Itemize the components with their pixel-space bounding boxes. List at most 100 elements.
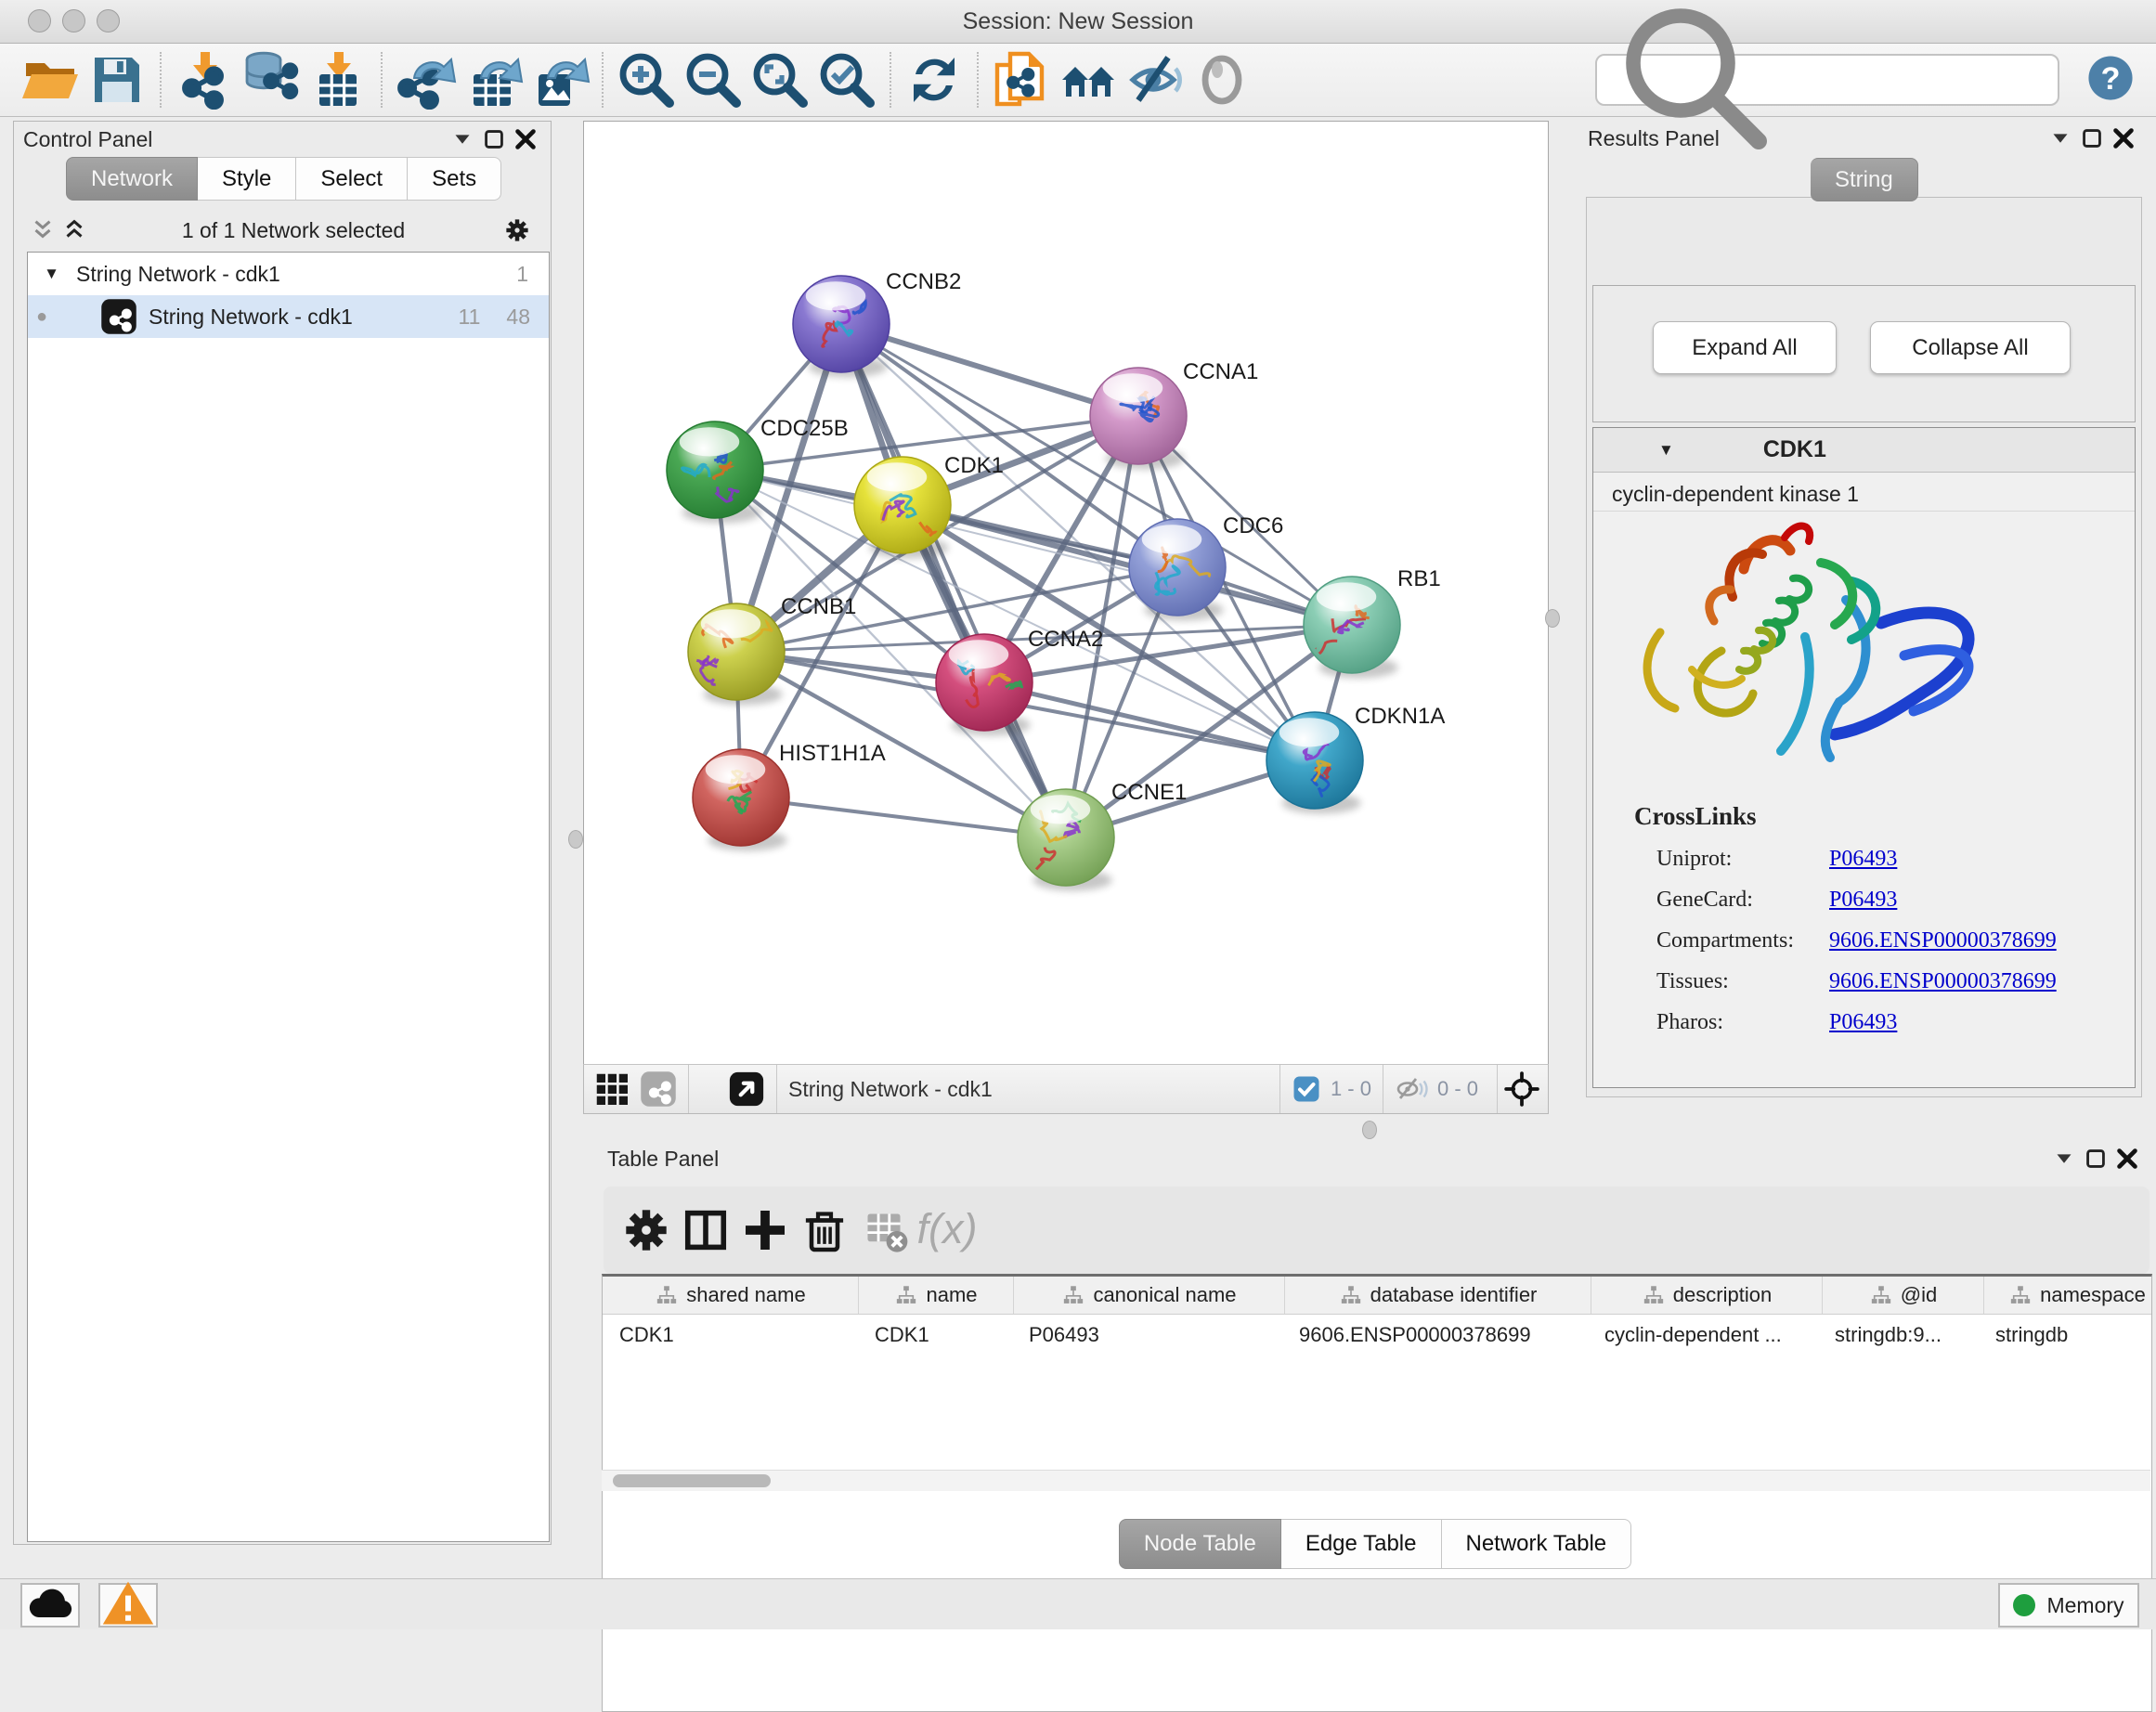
edge-HIST1H1A-CCNE1[interactable] xyxy=(741,798,1066,837)
tab-style[interactable]: Style xyxy=(198,157,296,201)
column-header-database-identifier[interactable]: database identifier xyxy=(1285,1277,1591,1314)
table-row[interactable]: CDK1CDK1P064939606.ENSP00000378699cyclin… xyxy=(603,1315,2151,1355)
table-trash-button[interactable] xyxy=(795,1204,854,1256)
table-cell[interactable]: cyclin-dependent ... xyxy=(1588,1323,1818,1347)
edge-CCNA2-CDKN1A[interactable] xyxy=(984,682,1315,760)
control-panel-close-button[interactable] xyxy=(510,125,541,153)
crosslink-link[interactable]: 9606.ENSP00000378699 xyxy=(1829,969,2057,994)
node-CDK1[interactable] xyxy=(854,457,951,553)
network-collection-row[interactable]: ▼ String Network - cdk1 1 xyxy=(28,253,549,295)
chevron-double-up-icon[interactable] xyxy=(58,216,90,244)
warnings-button[interactable] xyxy=(98,1583,158,1628)
tab-network[interactable]: Network xyxy=(66,157,198,201)
export-image-button[interactable] xyxy=(526,50,592,110)
memory-button[interactable]: Memory xyxy=(1998,1583,2139,1628)
tab-edge-table[interactable]: Edge Table xyxy=(1281,1519,1442,1569)
node-CDC6[interactable] xyxy=(1129,519,1226,616)
table-hscrollbar-thumb[interactable] xyxy=(613,1474,771,1487)
tab-network-table[interactable]: Network Table xyxy=(1442,1519,1632,1569)
table-panel-maximize-button[interactable] xyxy=(2080,1145,2111,1173)
entry-expander-icon[interactable]: ▼ xyxy=(1658,441,1674,460)
crosslink-link[interactable]: 9606.ENSP00000378699 xyxy=(1829,928,2057,953)
crosslink-link[interactable]: P06493 xyxy=(1829,888,1897,913)
grid-view-icon[interactable] xyxy=(593,1070,630,1108)
node-CCNB1[interactable] xyxy=(688,603,785,700)
expand-all-button[interactable]: Expand All xyxy=(1653,321,1837,374)
show-all-button[interactable] xyxy=(1188,50,1255,110)
table-cell[interactable]: stringdb xyxy=(1979,1323,2152,1347)
refresh-button[interactable] xyxy=(901,50,968,110)
table-plus-button[interactable] xyxy=(735,1204,795,1256)
table-cell[interactable]: CDK1 xyxy=(603,1323,858,1347)
open-folder-button[interactable] xyxy=(17,50,84,110)
node-CDC25B[interactable] xyxy=(667,422,763,518)
search-input[interactable] xyxy=(1786,60,2058,99)
export-network-button[interactable] xyxy=(392,50,459,110)
tab-sets[interactable]: Sets xyxy=(408,157,501,201)
export-table-button[interactable] xyxy=(459,50,526,110)
node-CCNA1[interactable] xyxy=(1090,368,1187,464)
column-header-description[interactable]: description xyxy=(1591,1277,1823,1314)
results-panel-close-button[interactable] xyxy=(2108,124,2139,152)
string-network-graph[interactable]: CCNB2CCNA1CDC25BCDK1CDC6RB1CCNB1CCNA2CDK… xyxy=(584,122,1548,1065)
column-header--id[interactable]: @id xyxy=(1823,1277,1984,1314)
right-splitter-handle[interactable] xyxy=(1545,609,1560,628)
import-network-button[interactable] xyxy=(171,50,238,110)
collapse-all-button[interactable]: Collapse All xyxy=(1870,321,2071,374)
column-header-name[interactable]: name xyxy=(859,1277,1014,1314)
bottom-splitter-handle[interactable] xyxy=(1362,1121,1377,1139)
network-badge-icon[interactable] xyxy=(640,1070,677,1108)
table-gear-button[interactable] xyxy=(617,1204,676,1256)
zoom-selected-button[interactable] xyxy=(813,50,880,110)
network-canvas[interactable]: CCNB2CCNA1CDC25BCDK1CDC6RB1CCNB1CCNA2CDK… xyxy=(583,121,1549,1066)
table-cell[interactable]: stringdb:9... xyxy=(1818,1323,1979,1347)
import-table-button[interactable] xyxy=(305,50,371,110)
hidden-eye-icon[interactable] xyxy=(1395,1074,1430,1104)
cloud-button[interactable] xyxy=(20,1583,80,1628)
control-panel-float-button[interactable] xyxy=(447,125,478,153)
node-RB1[interactable] xyxy=(1297,577,1401,673)
table-columns-button[interactable] xyxy=(676,1204,735,1256)
first-neighbors-button[interactable] xyxy=(1055,50,1122,110)
table-cell[interactable]: CDK1 xyxy=(858,1323,1012,1347)
tab-select[interactable]: Select xyxy=(296,157,408,201)
zoom-in-button[interactable] xyxy=(613,50,680,110)
column-header-shared-name[interactable]: shared name xyxy=(603,1277,859,1314)
node-CCNA2[interactable] xyxy=(936,634,1033,731)
left-splitter-handle[interactable] xyxy=(568,830,583,849)
table-panel-close-button[interactable] xyxy=(2111,1145,2143,1173)
results-panel-float-button[interactable] xyxy=(2045,124,2076,152)
import-database-button[interactable] xyxy=(238,50,305,110)
help-button[interactable]: ? xyxy=(2086,54,2135,102)
crosslink-link[interactable]: P06493 xyxy=(1829,847,1897,872)
tab-node-table[interactable]: Node Table xyxy=(1119,1519,1281,1569)
chevron-double-down-icon[interactable] xyxy=(27,216,58,244)
column-header-namespace[interactable]: namespace xyxy=(1984,1277,2152,1314)
table-hscrollbar[interactable] xyxy=(602,1470,2150,1491)
clone-network-button[interactable] xyxy=(988,50,1055,110)
gene-entry-header[interactable]: ▼ CDK1 xyxy=(1593,428,2135,473)
table-cell[interactable]: 9606.ENSP00000378699 xyxy=(1282,1323,1588,1347)
zoom-fit-button[interactable] xyxy=(747,50,813,110)
birdseye-view-icon[interactable] xyxy=(728,1070,765,1108)
node-CCNB2[interactable] xyxy=(793,276,890,372)
fit-selected-crosshair-icon[interactable] xyxy=(1503,1070,1540,1108)
network-row-selected[interactable]: ● String Network - cdk1 11 48 xyxy=(28,295,549,338)
node-HIST1H1A[interactable] xyxy=(693,749,789,846)
column-header-canonical-name[interactable]: canonical name xyxy=(1014,1277,1285,1314)
control-panel-maximize-button[interactable] xyxy=(478,125,510,153)
table-panel-float-button[interactable] xyxy=(2048,1145,2080,1173)
crosslink-label: Uniprot: xyxy=(1634,847,1829,872)
tree-expander-icon[interactable]: ▼ xyxy=(28,265,59,283)
node-CCNE1[interactable] xyxy=(1018,789,1114,886)
hide-selected-button[interactable] xyxy=(1122,50,1188,110)
table-cell[interactable]: P06493 xyxy=(1012,1323,1282,1347)
save-button[interactable] xyxy=(84,50,150,110)
node-CDKN1A[interactable] xyxy=(1266,712,1363,809)
network-options-gear-icon[interactable] xyxy=(497,216,538,244)
zoom-out-button[interactable] xyxy=(680,50,747,110)
tab-string[interactable]: String xyxy=(1811,158,1918,201)
selected-checkbox-icon[interactable] xyxy=(1292,1074,1321,1104)
results-panel-maximize-button[interactable] xyxy=(2076,124,2108,152)
crosslink-link[interactable]: P06493 xyxy=(1829,1010,1897,1035)
